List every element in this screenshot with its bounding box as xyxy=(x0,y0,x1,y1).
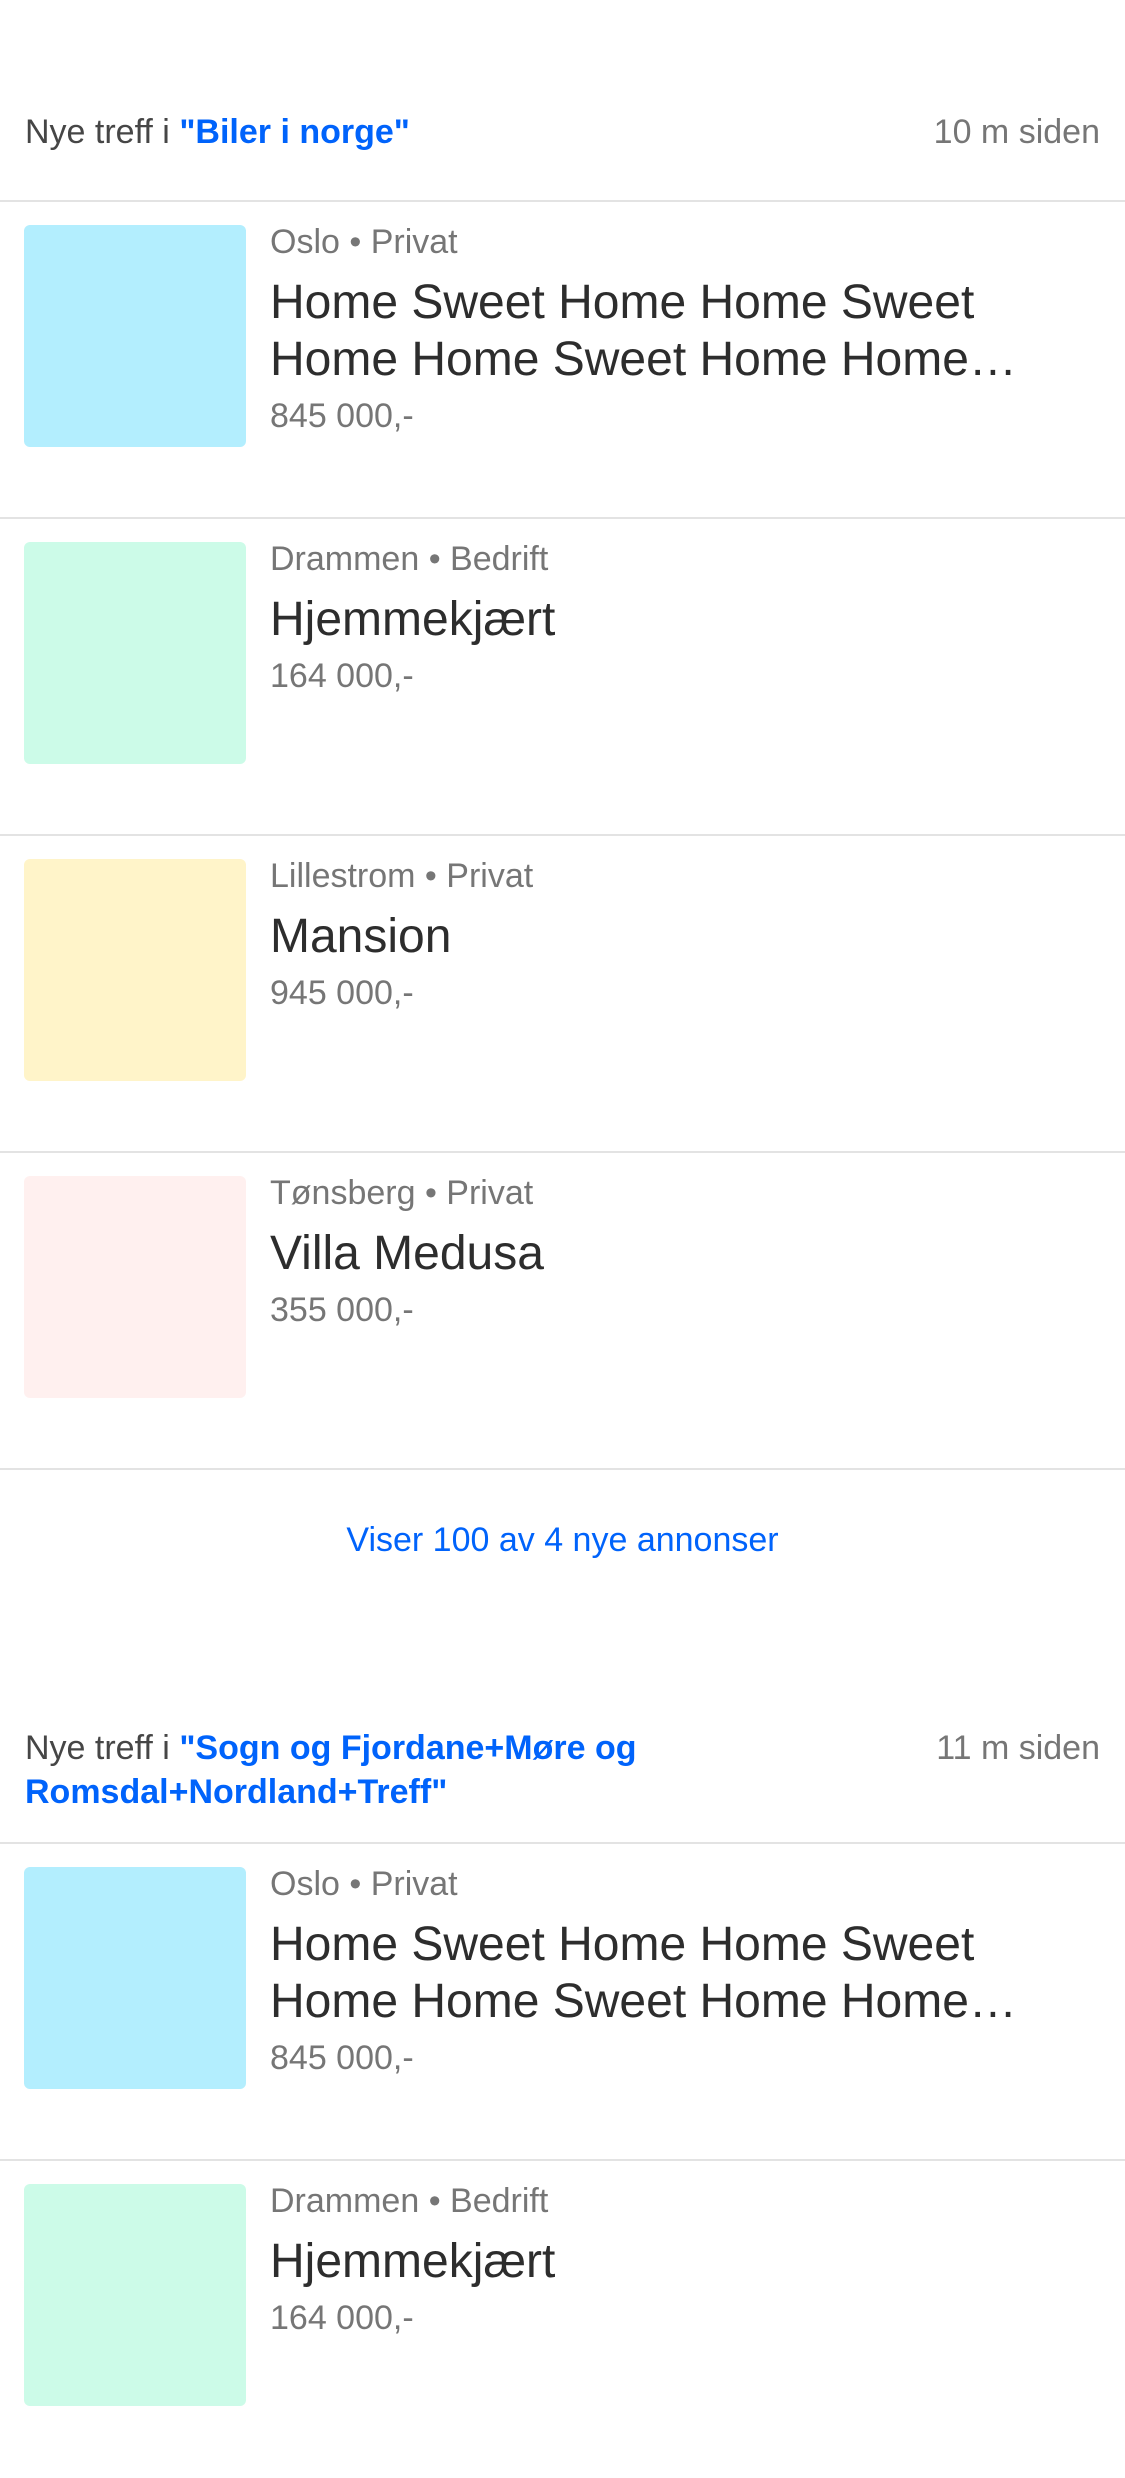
saved-search-section: Nye treff i "Sogn og Fjordane+Møre og Ro… xyxy=(0,1726,1125,2478)
show-more-ads-link[interactable]: Viser 100 av 4 nye annonser xyxy=(0,1518,1125,1562)
section-title-prefix: Nye treff i xyxy=(25,1729,180,1767)
section-title: Nye treff i "Biler i norge" xyxy=(25,110,410,154)
ad-title: Hjemmekjært xyxy=(270,593,556,646)
ad-thumbnail xyxy=(24,1867,246,2089)
ad-thumbnail xyxy=(24,225,246,447)
ad-price: 164 000,- xyxy=(270,2299,414,2337)
ad-body: Oslo • Privat Home Sweet Home Home Sweet… xyxy=(270,1862,1100,2080)
search-query-link[interactable]: "Biler i norge" xyxy=(179,113,410,151)
ad-location-seller: Drammen • Bedrift xyxy=(270,2182,549,2220)
section-header: Nye treff i "Sogn og Fjordane+Møre og Ro… xyxy=(0,1726,1125,1814)
ad-price: 945 000,- xyxy=(270,974,414,1012)
ad-title: Hjemmekjært xyxy=(270,2235,556,2288)
ad-body: Drammen • Bedrift Hjemmekjært 164 000,- xyxy=(270,537,1100,698)
ad-item[interactable]: Oslo • Privat Home Sweet Home Home Sweet… xyxy=(0,202,1125,519)
ad-item[interactable]: Oslo • Privat Home Sweet Home Home Sweet… xyxy=(0,1844,1125,2161)
ad-thumbnail xyxy=(24,1176,246,1398)
ad-body: Drammen • Bedrift Hjemmekjært 164 000,- xyxy=(270,2179,1100,2340)
ad-item[interactable]: Drammen • Bedrift Hjemmekjært 164 000,- xyxy=(0,2161,1125,2478)
saved-search-section: Nye treff i "Biler i norge" 10 m siden O… xyxy=(0,0,1125,1562)
ad-location-seller: Oslo • Privat xyxy=(270,1865,458,1903)
ad-item[interactable]: Drammen • Bedrift Hjemmekjært 164 000,- xyxy=(0,519,1125,836)
ad-body: Oslo • Privat Home Sweet Home Home Sweet… xyxy=(270,220,1100,438)
ad-price: 355 000,- xyxy=(270,1291,414,1329)
ad-title: Home Sweet Home Home Sweet Home Home Swe… xyxy=(270,1918,975,2028)
ad-title: Home Sweet Home Home Sweet Home Home Swe… xyxy=(270,276,975,386)
section-header: Nye treff i "Biler i norge" 10 m siden xyxy=(0,110,1125,180)
ad-thumbnail xyxy=(24,2184,246,2406)
ad-location-seller: Lillestrom • Privat xyxy=(270,857,534,895)
ad-thumbnail xyxy=(24,542,246,764)
ad-price: 845 000,- xyxy=(270,397,414,435)
section-timestamp: 10 m siden xyxy=(933,113,1100,151)
ad-location-seller: Oslo • Privat xyxy=(270,223,458,261)
ad-item[interactable]: Lillestrom • Privat Mansion 945 000,- xyxy=(0,836,1125,1153)
ad-body: Tønsberg • Privat Villa Medusa 355 000,- xyxy=(270,1171,1100,1332)
ad-item[interactable]: Tønsberg • Privat Villa Medusa 355 000,- xyxy=(0,1153,1125,1470)
ad-title: Villa Medusa xyxy=(270,1227,544,1280)
section-title-prefix: Nye treff i xyxy=(25,113,180,151)
ad-price: 845 000,- xyxy=(270,2039,414,2077)
ad-price: 164 000,- xyxy=(270,657,414,695)
section-title: Nye treff i "Sogn og Fjordane+Møre og Ro… xyxy=(25,1726,785,1814)
ad-location-seller: Drammen • Bedrift xyxy=(270,540,549,578)
ad-title: Mansion xyxy=(270,910,452,963)
ad-body: Lillestrom • Privat Mansion 945 000,- xyxy=(270,854,1100,1015)
section-timestamp: 11 m siden xyxy=(936,1729,1100,1767)
ad-thumbnail xyxy=(24,859,246,1081)
ad-location-seller: Tønsberg • Privat xyxy=(270,1174,534,1212)
